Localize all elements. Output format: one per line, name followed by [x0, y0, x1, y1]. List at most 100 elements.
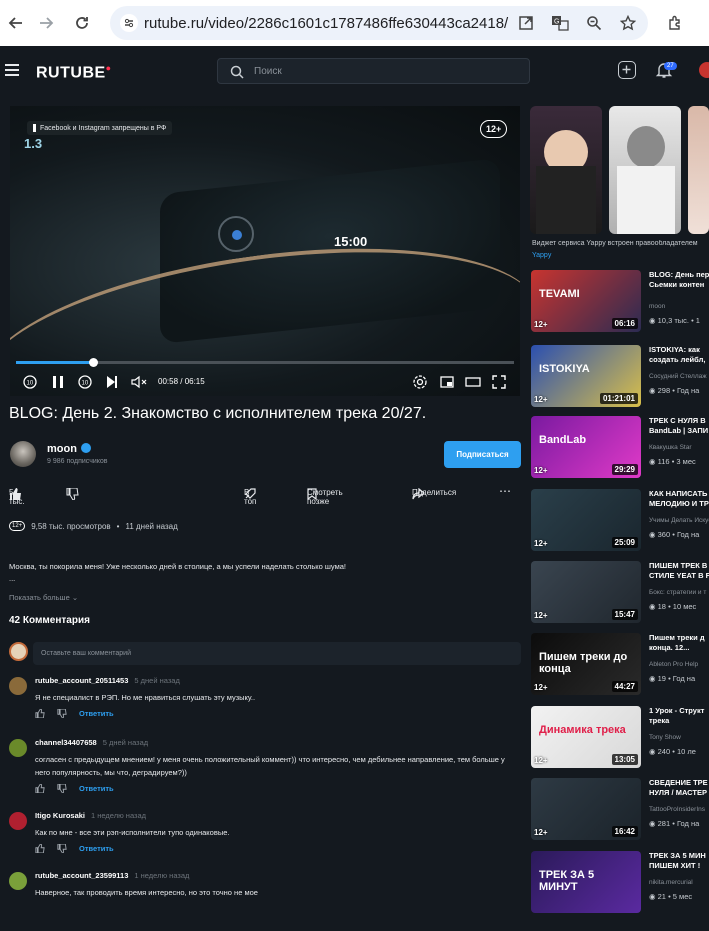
thumbs-down-icon[interactable]	[57, 784, 67, 793]
pause-icon[interactable]	[50, 374, 66, 390]
recommended-title[interactable]: Пишем треки д конца. 12...	[649, 633, 709, 653]
user-avatar[interactable]	[699, 62, 709, 78]
comment-text: согласен с предыдущем мнением! у меня оч…	[35, 755, 505, 777]
forward-10-icon[interactable]: 10	[77, 374, 93, 390]
share-button[interactable]: Поделиться	[412, 488, 456, 500]
recommended-title[interactable]: СВЕДЕНИЕ ТРЕ НУЛЯ / МАСТЕР	[649, 778, 709, 798]
bookmark-star-icon[interactable]	[616, 11, 640, 35]
recommended-title[interactable]: КАК НАПИСАТЬ МЕЛОДИЮ И ТР	[649, 489, 709, 509]
forward-icon[interactable]	[34, 11, 58, 35]
back-icon[interactable]	[4, 11, 28, 35]
video-thumbnail[interactable]: 12+ 16:42	[531, 778, 641, 840]
comment-input[interactable]: Оставьте ваш комментарий	[33, 642, 521, 665]
recommended-video[interactable]: TEVAMI 12+ 06:16 BLOG: День пер Сьемки ко…	[530, 270, 709, 350]
like-button[interactable]: 5 тыс.	[9, 488, 25, 506]
thumbs-up-icon[interactable]	[35, 709, 45, 718]
recommended-video[interactable]: Пишем треки до конца 12+ 44:27 Пишем тре…	[530, 633, 709, 713]
recommended-title[interactable]: 1 Урок - Структ трека	[649, 706, 709, 726]
video-thumbnail[interactable]: ISTOKIYA 12+ 01:21:01	[531, 345, 641, 407]
watch-later-button[interactable]: Смотреть позже	[307, 488, 343, 506]
recommended-video[interactable]: 12+ 16:42 СВЕДЕНИЕ ТРЕ НУЛЯ / МАСТЕР Tatt…	[530, 778, 709, 858]
recommended-video[interactable]: Динамика трека 12+ 13:05 1 Урок - Структ…	[530, 706, 709, 786]
video-thumbnail[interactable]: Динамика трека 12+ 13:05	[531, 706, 641, 768]
fullscreen-icon[interactable]	[491, 374, 507, 390]
recommended-video[interactable]: BandLab 12+ 29:29 ТРЕК С НУЛЯ В BandLab |…	[530, 416, 709, 496]
comment-avatar[interactable]	[9, 812, 27, 830]
recommended-title[interactable]: BLOG: День пер Сьемки контен	[649, 270, 709, 290]
recommended-channel[interactable]: Сосудний Стеллаж	[649, 373, 707, 380]
recommended-video[interactable]: 12+ 15:47 ПИШЕМ ТРЕК В СТИЛЕ YEAT В F Бок…	[530, 561, 709, 641]
video-thumbnail[interactable]: 12+ 15:47	[531, 561, 641, 623]
settings-icon[interactable]	[412, 374, 428, 390]
comment-avatar[interactable]	[9, 677, 27, 695]
theater-mode-icon[interactable]	[465, 374, 481, 390]
short-video-3[interactable]	[688, 106, 709, 234]
subscribe-button[interactable]: Подписаться	[444, 441, 521, 468]
thumbs-up-icon[interactable]	[35, 784, 45, 793]
recommended-channel[interactable]: Учимы Делать Искус	[649, 517, 709, 524]
reply-button[interactable]: Ответить	[79, 844, 114, 853]
video-thumbnail[interactable]: ТРЕК ЗА 5 МИНУТ	[531, 851, 641, 913]
show-more-link[interactable]: Показать больше ⌄	[9, 593, 78, 602]
thumbs-up-icon[interactable]	[35, 844, 45, 853]
thumbs-down-icon[interactable]	[57, 709, 67, 718]
menu-icon[interactable]	[5, 64, 19, 76]
eye-icon: ◉	[649, 674, 656, 683]
channel-name[interactable]: moon	[47, 443, 91, 455]
video-thumbnail[interactable]: TEVAMI 12+ 06:16	[531, 270, 641, 332]
recommended-video[interactable]: 12+ 25:09 КАК НАПИСАТЬ МЕЛОДИЮ И ТР Учимы…	[530, 489, 709, 569]
comment-author[interactable]: Itigo Kurosaki 1 неделю назад	[35, 811, 146, 820]
mute-icon[interactable]	[130, 374, 148, 390]
comment-avatar[interactable]	[9, 739, 27, 757]
reload-icon[interactable]	[70, 11, 94, 35]
upload-icon[interactable]	[618, 61, 636, 79]
dislike-button[interactable]	[66, 488, 79, 500]
recommended-channel[interactable]: Ableton Pro Help	[649, 661, 698, 668]
recommended-title[interactable]: ПИШЕМ ТРЕК В СТИЛЕ YEAT В F	[649, 561, 709, 581]
eye-icon: ◉	[649, 386, 656, 395]
comment-author[interactable]: rutube_account_23599113 1 неделю назад	[35, 871, 189, 880]
video-thumbnail[interactable]: 12+ 25:09	[531, 489, 641, 551]
recommended-channel[interactable]: Бокс: стратегии и т	[649, 589, 706, 596]
rutube-logo[interactable]: RUTUBE●	[36, 63, 112, 82]
recommended-title[interactable]: ТРЕК ЗА 5 МИН ПИШЕМ ХИТ !	[649, 851, 709, 871]
video-thumbnail[interactable]: BandLab 12+ 29:29	[531, 416, 641, 478]
reply-button[interactable]: Ответить	[79, 784, 114, 793]
thumbs-down-icon[interactable]	[57, 844, 67, 853]
channel-avatar[interactable]	[10, 441, 36, 467]
translate-icon[interactable]: G	[548, 11, 572, 35]
open-in-app-icon[interactable]	[514, 11, 538, 35]
recommended-video[interactable]: ISTOKIYA 12+ 01:21:01 ISTOKIYA: как созда…	[530, 345, 709, 425]
more-options-icon[interactable]: ⋯	[499, 484, 511, 498]
recommended-channel[interactable]: TattooProInsiderIns	[649, 806, 705, 813]
comment-author[interactable]: rutube_account_20511453 5 дней назад	[35, 676, 180, 685]
address-bar[interactable]: rutube.ru/video/2286c1601c1787486ffe6304…	[110, 6, 648, 40]
comment-author[interactable]: channel34407658 5 дней назад	[35, 738, 148, 747]
shorts-source-link[interactable]: Yappy	[532, 252, 551, 259]
to-top-button[interactable]: В топ	[244, 488, 256, 506]
video-thumbnail[interactable]: Пишем треки до конца 12+ 44:27	[531, 633, 641, 695]
url-text[interactable]: rutube.ru/video/2286c1601c1787486ffe6304…	[144, 15, 508, 32]
comment-date: 1 неделю назад	[91, 811, 147, 820]
miniplayer-icon[interactable]	[439, 374, 455, 390]
recommended-channel[interactable]: nikita.mercurial	[649, 879, 693, 886]
recommended-channel[interactable]: moon	[649, 303, 665, 310]
short-video-1[interactable]	[530, 106, 602, 234]
comment-avatar[interactable]	[9, 872, 27, 890]
recommended-video[interactable]: ТРЕК ЗА 5 МИНУТ ТРЕК ЗА 5 МИН ПИШЕМ ХИТ !…	[530, 851, 709, 931]
zoom-icon[interactable]	[582, 11, 606, 35]
video-player[interactable]: 1.3 15:00 Facebook и Instagram запрещены…	[10, 106, 520, 396]
recommended-channel[interactable]: Квакушка Star	[649, 444, 692, 451]
video-frame-dial	[218, 216, 254, 252]
search-input[interactable]: Поиск	[217, 58, 530, 84]
site-info-icon[interactable]	[120, 14, 138, 32]
short-video-2[interactable]	[609, 106, 681, 234]
next-icon[interactable]	[104, 374, 120, 390]
reply-button[interactable]: Ответить	[79, 709, 114, 718]
extensions-icon[interactable]	[663, 11, 687, 35]
recommended-channel[interactable]: Tony Show	[649, 734, 681, 741]
rewind-10-icon[interactable]: 10	[22, 374, 38, 390]
recommended-title[interactable]: ISTOKIYA: как создать лейбл,	[649, 345, 709, 365]
player-progress-bar[interactable]	[16, 358, 514, 367]
recommended-title[interactable]: ТРЕК С НУЛЯ В BandLab | ЗАПИ	[649, 416, 709, 436]
